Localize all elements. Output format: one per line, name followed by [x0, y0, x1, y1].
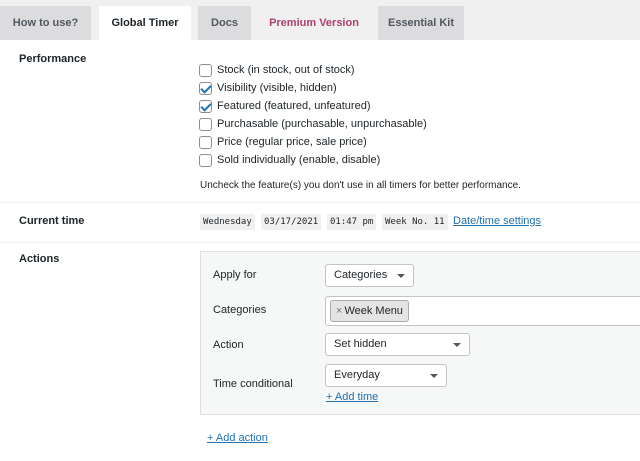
category-chip: × Week Menu	[330, 300, 409, 322]
checkbox-box[interactable]	[199, 135, 212, 149]
time-conditional-value: Everyday	[334, 369, 380, 381]
apply-for-select[interactable]: Categories	[325, 264, 414, 287]
row-divider	[0, 242, 640, 243]
checkbox-label: Sold individually (enable, disable)	[217, 154, 381, 166]
checkbox-box[interactable]	[199, 117, 212, 131]
checkbox-price[interactable]: Price (regular price, sale price)	[199, 134, 367, 150]
category-chip-label: Week Menu	[344, 305, 403, 317]
tab-bar: How to use? Global Timer Docs Premium Ve…	[0, 0, 640, 41]
apply-for-value: Categories	[334, 269, 388, 281]
checkbox-label: Visibility (visible, hidden)	[217, 82, 337, 94]
performance-label: Performance	[19, 53, 87, 65]
checkbox-label: Purchasable (purchasable, unpurchasable)	[217, 118, 427, 130]
tab-how-to-use[interactable]: How to use?	[0, 6, 91, 40]
add-action-link[interactable]: + Add action	[207, 432, 268, 444]
tab-essential-kit[interactable]: Essential Kit	[378, 6, 464, 40]
checkbox-box[interactable]	[199, 63, 212, 77]
current-week: Week No. 11	[382, 214, 448, 230]
action-label: Action	[213, 339, 244, 351]
add-time-link[interactable]: + Add time	[326, 391, 378, 403]
chevron-down-icon	[453, 343, 461, 347]
settings-panel: Performance Stock (in stock, out of stoc…	[0, 40, 640, 461]
checkbox-purchasable[interactable]: Purchasable (purchasable, unpurchasable)	[199, 116, 427, 132]
current-date: 03/17/2021	[261, 214, 322, 230]
action-select[interactable]: Set hidden	[325, 333, 470, 356]
current-day: Wednesday	[200, 214, 255, 230]
action-value: Set hidden	[334, 338, 387, 350]
actions-label: Actions	[19, 253, 60, 265]
apply-for-label: Apply for	[213, 269, 257, 281]
performance-note: Uncheck the feature(s) you don't use in …	[200, 180, 521, 191]
checkbox-label: Featured (featured, unfeatured)	[217, 100, 371, 112]
action-card: Apply for Categories Categories × Week Me…	[200, 251, 640, 415]
time-conditional-select[interactable]: Everyday	[325, 364, 447, 387]
current-clock: 01:47 pm	[327, 214, 377, 230]
remove-icon[interactable]: ×	[336, 305, 342, 317]
checkbox-box[interactable]	[199, 153, 212, 167]
checkbox-box[interactable]	[199, 81, 212, 95]
tab-global-timer[interactable]: Global Timer	[99, 6, 191, 41]
tab-premium-version[interactable]: Premium Version	[258, 6, 370, 40]
checkbox-featured[interactable]: Featured (featured, unfeatured)	[199, 98, 370, 114]
checkbox-sold-individually[interactable]: Sold individually (enable, disable)	[199, 152, 380, 168]
checkbox-stock[interactable]: Stock (in stock, out of stock)	[199, 62, 355, 78]
categories-label: Categories	[213, 304, 267, 316]
date-time-settings-link[interactable]: Date/time settings	[453, 215, 541, 227]
checkbox-visibility[interactable]: Visibility (visible, hidden)	[199, 80, 337, 96]
row-divider	[0, 202, 640, 203]
time-conditional-label: Time conditional	[213, 378, 293, 390]
chevron-down-icon	[430, 374, 438, 378]
checkbox-label: Price (regular price, sale price)	[217, 136, 367, 148]
categories-multiselect[interactable]: × Week Menu	[325, 296, 640, 326]
chevron-down-icon	[397, 274, 405, 278]
tab-docs[interactable]: Docs	[198, 6, 251, 40]
checkbox-label: Stock (in stock, out of stock)	[217, 64, 355, 76]
current-time-label: Current time	[19, 215, 85, 227]
checkbox-box[interactable]	[199, 99, 212, 113]
